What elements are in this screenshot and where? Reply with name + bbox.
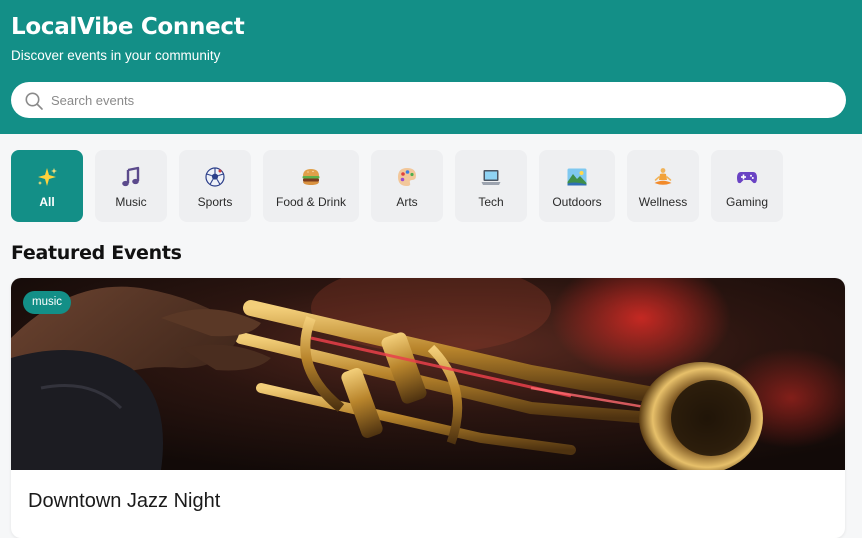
event-card[interactable]: music Downtown Jazz Night [11,278,845,538]
search-bar[interactable] [11,82,846,118]
category-wellness[interactable]: Wellness [627,150,699,222]
category-label: Food & Drink [275,195,347,209]
sparkles-icon [11,164,83,190]
category-label: Music [115,195,147,209]
app-header: LocalVibe Connect Discover events in you… [0,0,862,134]
app-subtitle: Discover events in your community [11,48,221,63]
category-tech[interactable]: Tech [455,150,527,222]
category-arts[interactable]: Arts [371,150,443,222]
category-label: Sports [197,195,233,209]
category-label: Gaming [725,195,769,209]
app-title: LocalVibe Connect [11,14,245,40]
soccer-ball-icon [179,164,251,190]
event-title[interactable]: Downtown Jazz Night [28,490,220,513]
category-label: Tech [478,195,504,209]
landscape-icon [539,164,615,190]
event-image [11,278,845,470]
category-outdoors[interactable]: Outdoors [539,150,615,222]
category-music[interactable]: Music [95,150,167,222]
laptop-icon [455,164,527,190]
category-gaming[interactable]: Gaming [711,150,783,222]
search-icon [25,92,43,110]
game-controller-icon [711,164,783,190]
event-category-badge: music [23,291,72,314]
search-input[interactable] [51,82,831,118]
category-label: Outdoors [552,195,602,209]
category-label: All [39,195,55,209]
category-label: Wellness [638,195,688,209]
category-label: Arts [396,195,418,209]
palette-icon [371,164,443,190]
section-title: Featured Events [11,242,182,264]
category-all[interactable]: All [11,150,83,222]
burger-icon [263,164,359,190]
category-sports[interactable]: Sports [179,150,251,222]
music-note-icon [95,164,167,190]
meditation-icon [627,164,699,190]
category-food-drink[interactable]: Food & Drink [263,150,359,222]
